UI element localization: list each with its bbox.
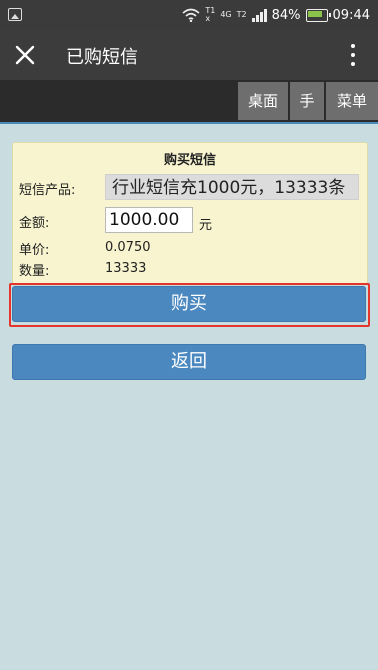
wifi-icon: [182, 8, 200, 22]
unit-price-value: 0.0750: [105, 240, 151, 255]
back-button[interactable]: 返回: [12, 344, 366, 380]
network-indicator: T1 x: [205, 6, 216, 23]
top-nav: 桌面 手 菜单: [0, 80, 378, 124]
network-type: 4G: [220, 10, 232, 19]
quantity-label: 数量:: [19, 264, 50, 279]
amount-input[interactable]: 1000.00: [105, 207, 193, 233]
product-select[interactable]: 行业短信充1000元，13333条: [105, 174, 359, 200]
buy-button[interactable]: 购买: [12, 286, 366, 322]
quantity-value: 13333: [105, 261, 147, 276]
status-indicators: T1 x 4G T2 84% 09:44: [182, 7, 370, 23]
signal-label: T2: [236, 10, 247, 19]
amount-label: 金额:: [19, 216, 50, 231]
app-bar: 已购短信: [0, 30, 378, 80]
more-options-icon[interactable]: [350, 44, 356, 66]
purchase-form: 购买短信 短信产品: 行业短信充1000元，13333条 金额: 1000.00…: [12, 142, 368, 284]
product-label: 短信产品:: [19, 183, 76, 198]
page-title: 已购短信: [66, 47, 138, 68]
close-icon[interactable]: [14, 44, 36, 66]
menu-button[interactable]: 菜单: [326, 82, 378, 120]
image-notification-icon: [8, 8, 22, 21]
battery-icon: [305, 8, 331, 22]
clock: 09:44: [332, 7, 370, 23]
desktop-button[interactable]: 桌面: [238, 82, 288, 120]
amount-unit: 元: [199, 218, 213, 233]
hand-button[interactable]: 手: [290, 82, 324, 120]
battery-percent: 84%: [271, 7, 301, 23]
form-title: 购买短信: [163, 153, 216, 168]
signal-icon: [251, 8, 267, 22]
status-bar: T1 x 4G T2 84% 09:44: [0, 0, 378, 30]
unit-price-label: 单价:: [19, 243, 50, 258]
